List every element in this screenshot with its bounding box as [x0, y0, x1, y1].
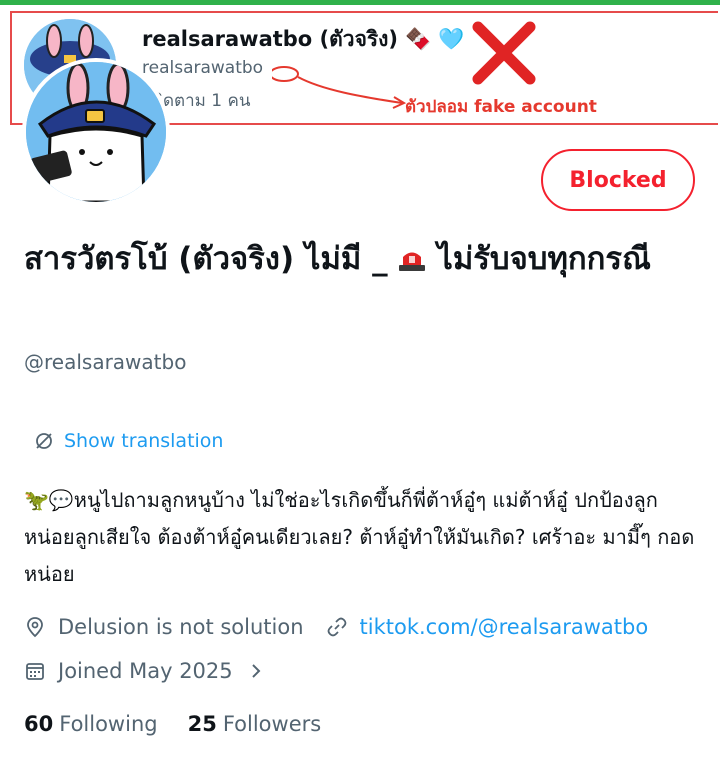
top-green-strip: [0, 0, 720, 5]
x-mark-icon: [472, 21, 536, 85]
inset-display-name: realsarawatbo (ตัวจริง) 🍫 🩵: [142, 27, 465, 51]
siren-icon: [399, 252, 426, 271]
fake-account-label: ตัวปลอม fake account: [405, 97, 597, 117]
annotation-arrow: [272, 66, 407, 109]
following-link[interactable]: 60 Following: [24, 712, 158, 736]
calendar-icon: [26, 663, 44, 680]
profile-handle: @realsarawatbo: [24, 350, 187, 374]
chevron-right-icon: [251, 664, 261, 678]
website-link[interactable]: tiktok.com/@realsarawatbo: [360, 615, 649, 639]
followers-link[interactable]: 25 Followers: [188, 712, 322, 736]
show-translation-link[interactable]: Show translation: [34, 430, 223, 452]
show-translation-label[interactable]: Show translation: [64, 430, 223, 452]
profile-meta-location-link: Delusion is not solution tiktok.com/@rea…: [24, 615, 648, 639]
followers-label: Followers: [222, 712, 322, 736]
blocked-button[interactable]: Blocked: [541, 149, 695, 211]
profile-display-name: สารวัตรโบ้ (ตัวจริง) ไม่มี _ ไม่รับจบทุก…: [24, 241, 651, 277]
location-icon: [27, 617, 43, 638]
joined-row[interactable]: Joined May 2025: [24, 659, 263, 683]
following-count: 60: [24, 712, 54, 736]
profile-bio: 🦖💬หนูไปถามลูกหนูบ้าง ไม่ใช่อะไรเกิดขึ้นก…: [24, 488, 695, 586]
joined-text: Joined May 2025: [58, 659, 233, 683]
profile-avatar[interactable]: [22, 58, 170, 206]
location-text: Delusion is not solution: [58, 615, 304, 639]
link-icon: [327, 617, 346, 637]
inset-handle: realsarawatbo: [142, 58, 264, 78]
followers-count: 25: [187, 712, 217, 736]
follow-stats: 60 Following 25 Followers: [24, 712, 321, 736]
translate-icon: [36, 433, 52, 449]
following-label: Following: [59, 712, 158, 736]
